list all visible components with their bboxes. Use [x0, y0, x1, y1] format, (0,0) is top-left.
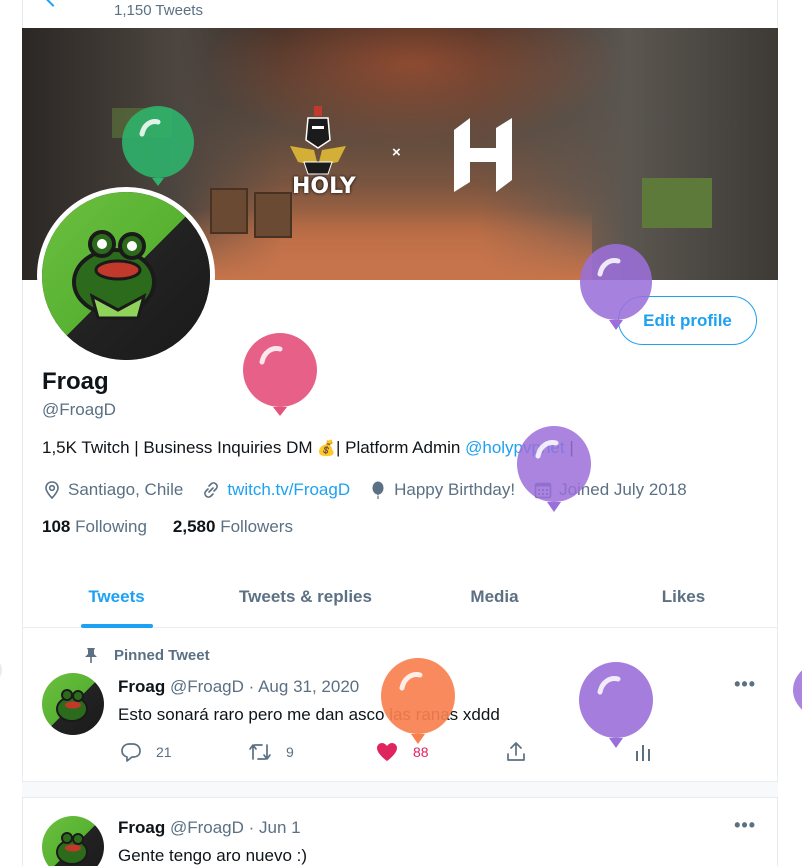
share-icon — [507, 742, 525, 761]
profile-location: Santiago, Chile — [42, 480, 183, 500]
retweet-button[interactable]: 9 — [248, 741, 294, 763]
follow-stats: 108 Following 2,580 Followers — [42, 517, 319, 537]
tweet-avatar[interactable] — [42, 816, 104, 866]
profile-birthday: Happy Birthday! — [368, 480, 515, 500]
balloon-edge-icon — [0, 663, 2, 677]
profile-bio: 1,5K Twitch | Business Inquiries DM 💰| P… — [42, 438, 574, 458]
followers-label: Followers — [220, 517, 293, 536]
timeline-separator — [22, 782, 778, 798]
location-text: Santiago, Chile — [68, 480, 184, 499]
following-label: Following — [75, 517, 147, 536]
tab-tweets-label: Tweets — [88, 586, 145, 606]
balloon-purple-icon — [793, 670, 802, 710]
more-icon[interactable]: ••• — [734, 815, 756, 836]
bio-text-start: 1,5K Twitch | Business Inquiries DM — [42, 438, 318, 457]
tweet-date[interactable]: Jun 1 — [259, 818, 301, 837]
profile-display-name: Froag — [42, 368, 109, 395]
link-icon — [204, 482, 219, 498]
tweet-author-handle[interactable]: @FroagD — [170, 677, 244, 696]
tweet-avatar[interactable] — [42, 673, 104, 735]
reply-button[interactable]: 21 — [120, 741, 172, 763]
tab-tweets-replies-label: Tweets & replies — [239, 586, 372, 606]
website-link[interactable]: twitch.tv/FroagD — [227, 480, 350, 500]
holy-knight-logo — [290, 106, 346, 175]
pin-icon — [85, 648, 97, 663]
money-bag-emoji: 💰 — [317, 440, 336, 457]
holy-logo-text: HOLY — [292, 174, 356, 199]
tweet-author-handle[interactable]: @FroagD — [170, 818, 244, 837]
balloon-purple-icon — [580, 244, 652, 330]
tab-tweets-replies[interactable]: Tweets & replies — [211, 566, 400, 627]
tab-media-label: Media — [470, 586, 519, 606]
profile-tabs: Tweets Tweets & replies Media Likes — [22, 566, 778, 628]
profile-website[interactable]: twitch.tv/FroagD — [201, 480, 350, 500]
pinned-indicator: Pinned Tweet — [82, 646, 210, 664]
h-brand-logo — [454, 118, 512, 192]
retweet-icon — [249, 744, 271, 760]
balloon-green-icon — [122, 106, 194, 186]
reply-count: 21 — [156, 744, 172, 760]
profile-handle: @FroagD — [42, 400, 116, 419]
balloon-pink-icon — [243, 333, 317, 416]
balloon-purple-icon — [517, 426, 591, 512]
tab-likes[interactable]: Likes — [589, 566, 778, 627]
frog-face-icon — [72, 230, 156, 320]
tweet[interactable]: Froag @FroagD · Jun 1 ••• Gente tengo ar… — [22, 798, 778, 866]
balloon-icon — [372, 481, 384, 499]
tweet-header: Froag @FroagD · Aug 31, 2020 — [118, 677, 360, 696]
balloon-orange-icon — [381, 658, 455, 744]
banner-separator: × — [392, 144, 401, 161]
frog-face-icon — [56, 832, 88, 865]
followers-link[interactable]: 2,580 Followers — [173, 517, 293, 537]
tab-tweets[interactable]: Tweets — [22, 566, 211, 628]
bio-text-middle: | Platform Admin — [335, 438, 466, 457]
profile-meta: Santiago, Chile twitch.tv/FroagD Happy B… — [42, 478, 705, 502]
pinned-label: Pinned Tweet — [114, 646, 210, 664]
share-button[interactable] — [505, 741, 541, 763]
tab-likes-label: Likes — [661, 586, 706, 606]
balloon-purple-icon — [579, 662, 653, 748]
location-icon — [45, 481, 59, 500]
tweet-date[interactable]: Aug 31, 2020 — [258, 677, 359, 696]
followers-count: 2,580 — [172, 517, 216, 536]
tweet-author-name[interactable]: Froag — [118, 818, 165, 837]
birthday-text: Happy Birthday! — [394, 480, 516, 499]
following-link[interactable]: 108 Following — [42, 517, 147, 537]
banner-barrel — [210, 188, 248, 234]
following-count: 108 — [42, 517, 71, 536]
reply-icon — [121, 743, 141, 762]
profile-avatar[interactable] — [37, 187, 215, 365]
banner-glow — [202, 28, 622, 148]
tweet-author-name[interactable]: Froag — [118, 677, 165, 696]
header-tweet-count: 1,150 Tweets — [114, 2, 203, 19]
tab-media[interactable]: Media — [400, 566, 589, 627]
tweet-text: Gente tengo aro nuevo :) — [118, 846, 308, 865]
retweet-count: 9 — [286, 744, 294, 760]
more-icon[interactable]: ••• — [734, 674, 756, 695]
frog-face-icon — [56, 689, 88, 722]
tweet-header: Froag @FroagD · Jun 1 — [118, 818, 301, 837]
banner-foliage — [642, 178, 712, 228]
